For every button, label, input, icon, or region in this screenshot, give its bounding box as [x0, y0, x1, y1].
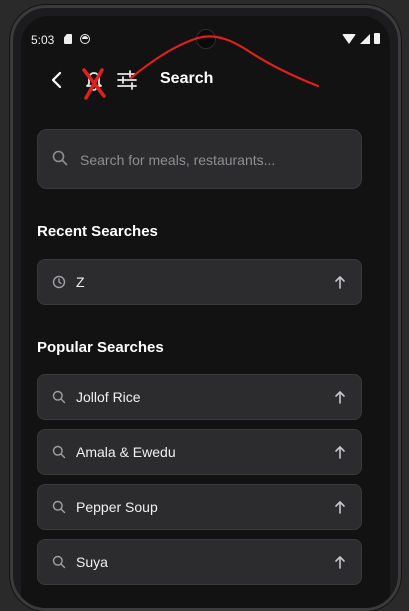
- popular-search-label: Jollof Rice: [76, 389, 141, 405]
- search-input[interactable]: [78, 144, 352, 176]
- wifi-icon: [342, 33, 356, 44]
- notification-button[interactable]: [80, 66, 108, 94]
- popular-search-label: Suya: [76, 554, 108, 570]
- search-icon: [52, 500, 66, 519]
- status-right-icons: [342, 33, 380, 44]
- popular-search-item[interactable]: Suya: [37, 539, 362, 585]
- battery-icon: [374, 33, 380, 44]
- filter-button[interactable]: [113, 66, 141, 94]
- search-icon: [52, 390, 66, 409]
- popular-search-item[interactable]: Jollof Rice: [37, 374, 362, 420]
- arrow-up-icon[interactable]: [333, 444, 347, 465]
- search-bar[interactable]: [37, 129, 362, 189]
- popular-searches-title: Popular Searches: [37, 339, 164, 356]
- arrow-up-icon[interactable]: [333, 554, 347, 575]
- back-button[interactable]: [43, 66, 71, 94]
- status-left-icons: [64, 34, 90, 44]
- sd-card-icon: [64, 34, 72, 44]
- bell-icon: [86, 72, 102, 91]
- arrow-up-icon[interactable]: [333, 389, 347, 410]
- search-icon: [52, 150, 68, 171]
- clock-icon: [52, 275, 66, 294]
- arrow-up-icon[interactable]: [333, 499, 347, 520]
- recent-searches-title: Recent Searches: [37, 223, 158, 240]
- arrow-up-icon[interactable]: [333, 274, 347, 295]
- popular-search-item[interactable]: Pepper Soup: [37, 484, 362, 530]
- app-header: Search: [18, 60, 391, 100]
- recent-search-item[interactable]: Z: [37, 259, 362, 305]
- recent-search-label: Z: [76, 274, 85, 290]
- popular-search-item[interactable]: Amala & Ewedu: [37, 429, 362, 475]
- status-bar: 5:03: [21, 16, 390, 49]
- popular-search-label: Pepper Soup: [76, 499, 158, 515]
- search-icon: [52, 555, 66, 574]
- status-time: 5:03: [31, 33, 55, 47]
- sliders-icon: [117, 70, 137, 90]
- sync-icon: [80, 34, 90, 44]
- search-icon: [52, 445, 66, 464]
- popular-search-label: Amala & Ewedu: [76, 444, 176, 460]
- signal-icon: [360, 33, 370, 44]
- front-camera: [195, 29, 216, 49]
- back-arrow-icon: [51, 71, 62, 89]
- page-title: Search: [160, 70, 214, 87]
